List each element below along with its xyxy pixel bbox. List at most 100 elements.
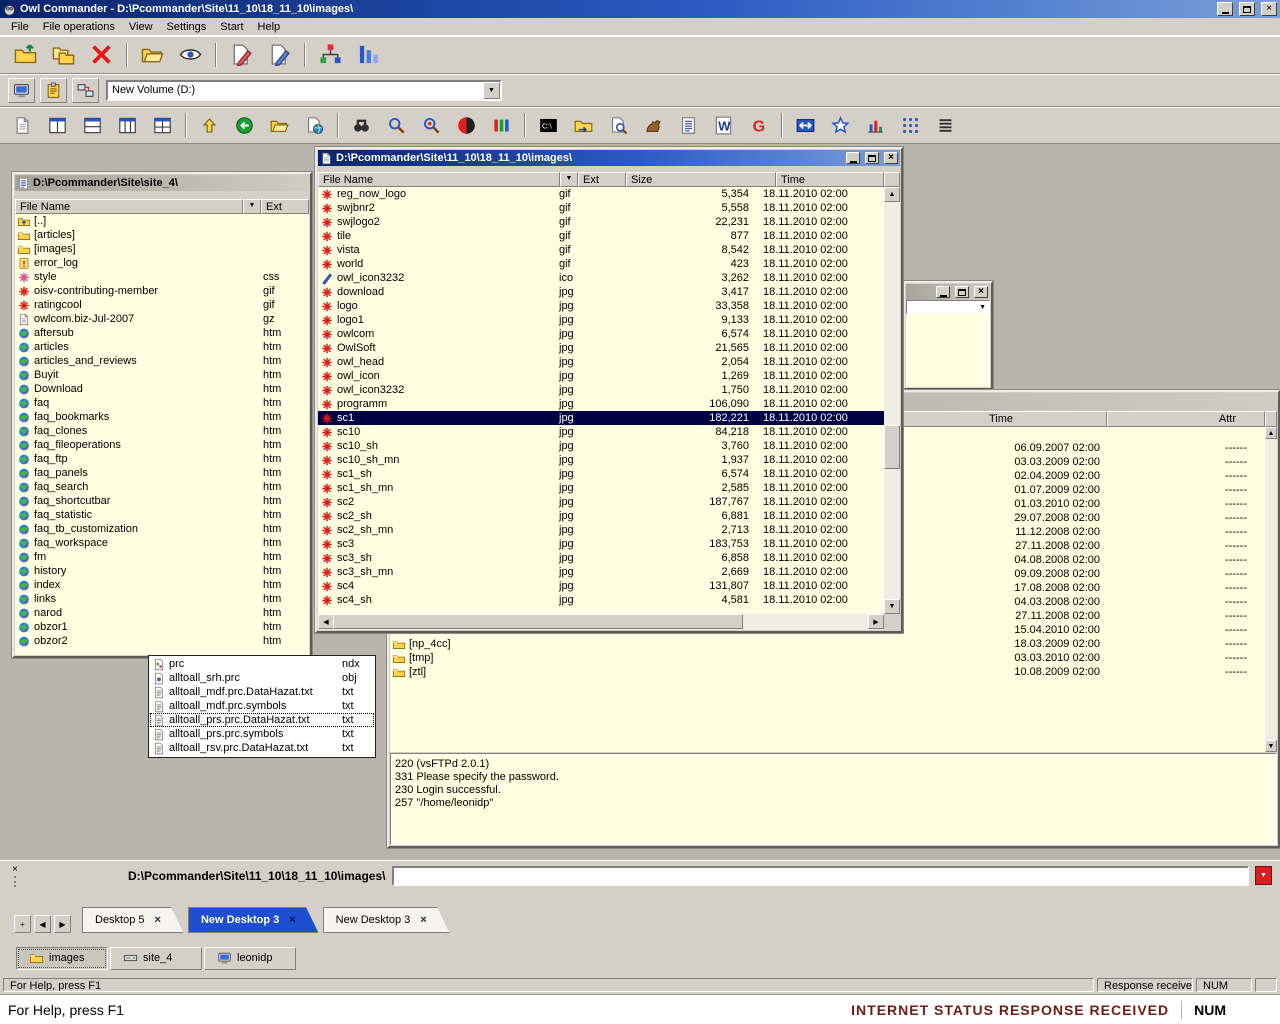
menu-button[interactable] [929, 111, 962, 139]
file-row[interactable]: alltoall_prs.prc.DataHazat.txttxt [150, 713, 374, 727]
file-row[interactable]: programmjpg106,09018.11.2010 02:00 [318, 397, 884, 411]
file-row[interactable]: owl_headjpg2,05418.11.2010 02:00 [318, 355, 884, 369]
file-row[interactable]: sc1_sh_mnjpg2,58518.11.2010 02:00 [318, 481, 884, 495]
file-row[interactable]: articleshtm [15, 340, 309, 354]
vertical-scrollbar[interactable]: ▲ ▼ [884, 187, 900, 614]
close-bar-icon[interactable]: × [12, 865, 18, 874]
maximize-button[interactable] [865, 152, 879, 164]
column-ext[interactable]: Ext [578, 172, 626, 187]
file-row[interactable]: stylecss [15, 270, 309, 284]
color-bars-button[interactable] [485, 111, 518, 139]
restore-button[interactable] [1239, 2, 1255, 16]
scroll-left-icon[interactable]: ◀ [318, 614, 334, 629]
file-row[interactable]: faq_tb_customizationhtm [15, 522, 309, 536]
vertical-scrollbar[interactable]: ▲ ▼ [1265, 427, 1277, 752]
file-row[interactable]: sc3_sh_mnjpg2,66918.11.2010 02:00 [318, 565, 884, 579]
file-row[interactable]: faq_workspacehtm [15, 536, 309, 550]
close-tab-icon[interactable]: × [289, 914, 295, 926]
file-row[interactable]: sc10_shjpg3,76018.11.2010 02:00 [318, 439, 884, 453]
file-row[interactable]: error_log [15, 256, 309, 270]
file-row[interactable]: [images] [15, 242, 309, 256]
up-folder-button[interactable] [8, 40, 43, 70]
file-row[interactable]: [tmp]03.03.2010 02:00------ [390, 651, 1277, 665]
file-row[interactable]: alltoall_rsv.prc.DataHazat.txttxt [150, 741, 374, 755]
column-size[interactable]: Size [626, 172, 776, 187]
document-pencil-button[interactable] [262, 40, 297, 70]
close-button[interactable]: × [884, 152, 898, 164]
scroll-right-icon[interactable]: ▶ [868, 614, 884, 629]
fragment-header[interactable]: ▼ [906, 300, 990, 314]
file-row[interactable]: faq_shortcutbarhtm [15, 494, 309, 508]
file-row[interactable]: [np_4cc]18.03.2009 02:00------ [390, 637, 1277, 651]
column-time[interactable]: Time [895, 411, 1107, 427]
file-row[interactable]: sc3_shjpg6,85818.11.2010 02:00 [318, 551, 884, 565]
sort-direction-button[interactable]: ▼ [243, 199, 261, 214]
menu-view[interactable]: View [122, 19, 160, 35]
file-row[interactable]: aftersubhtm [15, 326, 309, 340]
close-tab-icon[interactable]: × [420, 914, 426, 926]
file-row[interactable]: alltoall_prs.prc.symbolstxt [150, 727, 374, 741]
file-row[interactable]: faq_panelshtm [15, 466, 309, 480]
computer-button[interactable] [8, 78, 35, 103]
toolbar-grip[interactable]: × [8, 865, 22, 887]
file-row[interactable]: [articles] [15, 228, 309, 242]
grid-button[interactable] [894, 111, 927, 139]
file-row[interactable]: [ztl]10.08.2009 02:00------ [390, 665, 1277, 679]
file-row[interactable]: alltoall_srh.prcobj [150, 671, 374, 685]
minimize-button[interactable] [846, 152, 860, 164]
scroll-up-icon[interactable]: ▲ [1265, 427, 1277, 439]
file-row[interactable]: sc2jpg187,76718.11.2010 02:00 [318, 495, 884, 509]
word-button[interactable]: W [707, 111, 740, 139]
file-row[interactable]: historyhtm [15, 564, 309, 578]
file-row[interactable]: Downloadhtm [15, 382, 309, 396]
file-row[interactable]: linkshtm [15, 592, 309, 606]
file-row[interactable]: faq_ftphtm [15, 452, 309, 466]
terminal-button[interactable]: C:\ [532, 111, 565, 139]
command-input[interactable] [392, 866, 1250, 886]
delete-button[interactable] [84, 40, 119, 70]
file-row[interactable]: vistagif8,54218.11.2010 02:00 [318, 243, 884, 257]
minimize-button[interactable] [1217, 2, 1233, 16]
sort-direction-button[interactable]: ▼ [560, 172, 578, 187]
file-row[interactable]: faq_fileoperationshtm [15, 438, 309, 452]
file-row[interactable]: downloadjpg3,41718.11.2010 02:00 [318, 285, 884, 299]
find-button[interactable] [345, 111, 378, 139]
half-circle-button[interactable] [450, 111, 483, 139]
file-row[interactable]: sc2_sh_mnjpg2,71318.11.2010 02:00 [318, 523, 884, 537]
close-tab-icon[interactable]: × [155, 914, 161, 926]
copy-folder-button[interactable] [46, 40, 81, 70]
file-row[interactable]: fmhtm [15, 550, 309, 564]
scrollbar-thumb[interactable] [333, 614, 743, 629]
column-file-name[interactable]: File Name [15, 199, 243, 214]
add-desktop-button[interactable]: + [14, 915, 31, 933]
menu-start[interactable]: Start [213, 19, 250, 35]
folder-link-button[interactable] [567, 111, 600, 139]
edit-document-button[interactable] [224, 40, 259, 70]
up-dir-button[interactable] [193, 111, 226, 139]
file-row[interactable]: oisv-contributing-membergif [15, 284, 309, 298]
file-row[interactable]: alltoall_mdf.prc.DataHazat.txttxt [150, 685, 374, 699]
clipboard-button[interactable] [40, 78, 67, 103]
org-chart-button[interactable] [313, 40, 348, 70]
menu-help[interactable]: Help [251, 19, 288, 35]
file-row[interactable]: OwlSoftjpg21,56518.11.2010 02:00 [318, 341, 884, 355]
file-row[interactable]: indexhtm [15, 578, 309, 592]
file-row[interactable]: sc4jpg131,80718.11.2010 02:00 [318, 579, 884, 593]
file-row[interactable]: sc1jpg182,22118.11.2010 02:00 [318, 411, 884, 425]
horses-button[interactable] [637, 111, 670, 139]
file-row[interactable]: [..] [15, 214, 309, 228]
scroll-up-icon[interactable]: ▲ [884, 187, 900, 202]
fragment-titlebar[interactable]: × [906, 284, 990, 300]
app-titlebar[interactable]: Owl Commander - D:\Pcommander\Site\11_10… [0, 0, 1280, 18]
file-row[interactable]: sc2_shjpg6,88118.11.2010 02:00 [318, 509, 884, 523]
file-row[interactable]: logojpg33,35818.11.2010 02:00 [318, 299, 884, 313]
network-button[interactable] [72, 78, 99, 103]
zoom-button[interactable] [380, 111, 413, 139]
images-window-titlebar[interactable]: D:\Pcommander\Site\11_10\18_11_10\images… [318, 150, 900, 166]
scrollbar-thumb[interactable] [884, 425, 900, 469]
file-row[interactable]: obzor2htm [15, 634, 309, 648]
column-ext[interactable]: Ext [261, 199, 309, 214]
file-row[interactable]: narodhtm [15, 606, 309, 620]
document-button[interactable] [6, 111, 39, 139]
prev-desktop-button[interactable]: ◀ [34, 915, 51, 933]
